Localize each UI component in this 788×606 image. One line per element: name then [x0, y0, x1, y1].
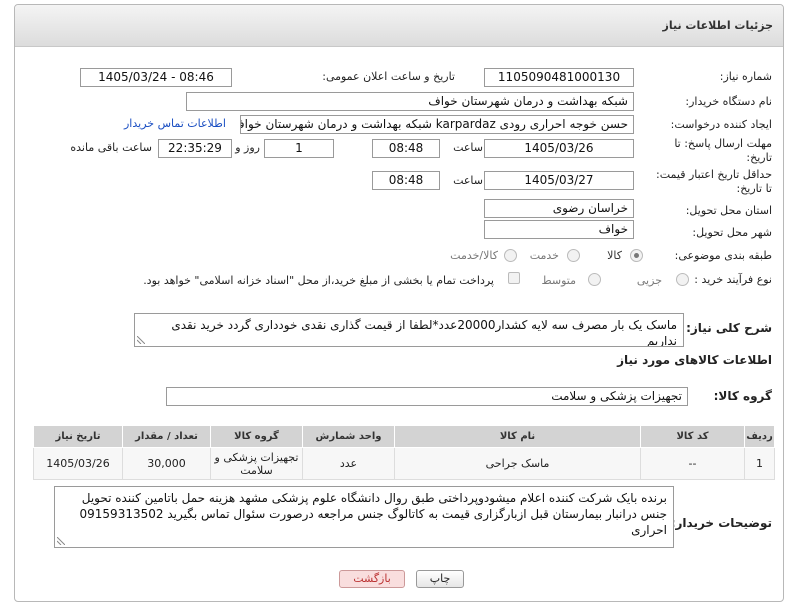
validity-date-field[interactable]: 1405/03/27: [484, 171, 634, 190]
col-header-qty: تعداد / مقدار: [122, 425, 211, 448]
cell-unit: عدد: [302, 447, 395, 480]
deadline-label: مهلت ارسال پاسخ: تا: [674, 137, 772, 150]
page-title: جزئیات اطلاعات نیاز: [662, 19, 774, 32]
col-header-code: کد کالا: [640, 425, 745, 448]
process-label: نوع فرآیند خرید :: [694, 273, 772, 286]
treasury-payment-checkbox[interactable]: [508, 272, 520, 284]
process-radio-medium[interactable]: [588, 273, 601, 286]
category-option-goods: کالا: [607, 249, 622, 262]
city-label: شهر محل تحویل:: [692, 226, 772, 239]
cell-qty: 30,000: [122, 447, 211, 480]
buyer-label: نام دستگاه خریدار:: [685, 95, 772, 108]
col-header-row: ردیف: [744, 425, 775, 448]
deadline-date-field[interactable]: 1405/03/26: [484, 139, 634, 158]
col-header-name: نام کالا: [394, 425, 641, 448]
resize-handle-icon[interactable]: [57, 537, 65, 545]
days-label: روز و: [235, 141, 260, 154]
cell-date: 1405/03/26: [33, 447, 123, 480]
deadline-time-field[interactable]: 08:48: [372, 139, 440, 158]
print-button[interactable]: چاپ: [416, 570, 464, 588]
col-header-group: گروه کالا: [210, 425, 303, 448]
panel-header: جزئیات اطلاعات نیاز: [15, 5, 783, 47]
province-label: استان محل تحویل:: [685, 204, 772, 217]
announce-label: تاریخ و ساعت اعلان عمومی:: [322, 70, 455, 83]
deadline-time-label: ساعت: [453, 141, 483, 154]
buyer-field[interactable]: شبکه بهداشت و درمان شهرستان خواف: [186, 92, 634, 111]
process-radio-minor[interactable]: [676, 273, 689, 286]
cell-row: 1: [744, 447, 775, 480]
goods-group-field[interactable]: تجهیزات پزشکی و سلامت: [166, 387, 688, 406]
time-remaining-label: ساعت باقی مانده: [70, 141, 152, 154]
category-radio-service[interactable]: [567, 249, 580, 262]
back-button[interactable]: بازگشت: [339, 570, 405, 588]
category-option-service: خدمت: [529, 249, 559, 262]
buyer-notes-field[interactable]: برنده بایک شرکت کننده اعلام میشودوپرداخت…: [54, 486, 674, 548]
goods-section-title: اطلاعات کالاهای مورد نیاز: [617, 353, 772, 367]
city-field[interactable]: خواف: [484, 220, 634, 239]
resize-handle-icon[interactable]: [137, 336, 145, 344]
need-number-field[interactable]: 1105090481000130: [484, 68, 634, 87]
creator-field[interactable]: حسن خوجه احراری رودی karpardaz شبکه بهدا…: [240, 115, 634, 134]
description-text: ماسک یک بار مصرف سه لایه کشدار20000عدد*ل…: [171, 318, 677, 347]
validity-time-label: ساعت: [453, 174, 483, 187]
category-radio-goods[interactable]: [630, 249, 643, 262]
creator-label: ایجاد کننده درخواست:: [670, 118, 772, 131]
col-header-date: تاریخ نیاز: [33, 425, 123, 448]
buyer-notes-text: برنده بایک شرکت کننده اعلام میشودوپرداخت…: [79, 491, 667, 537]
validity-time-field[interactable]: 08:48: [372, 171, 440, 190]
cell-code: --: [640, 447, 745, 480]
cell-name: ماسک جراحی: [394, 447, 641, 480]
validity-label-date: تا تاریخ:: [736, 182, 772, 195]
col-header-unit: واحد شمارش: [302, 425, 395, 448]
buyer-contact-link[interactable]: اطلاعات تماس خریدار: [124, 117, 226, 130]
need-number-label: شماره نیاز:: [719, 70, 772, 83]
time-remaining-field[interactable]: 22:35:29: [158, 139, 232, 158]
category-radio-goods-service[interactable]: [504, 249, 517, 262]
description-field[interactable]: ماسک یک بار مصرف سه لایه کشدار20000عدد*ل…: [134, 313, 684, 347]
goods-group-label: گروه کالا:: [713, 389, 772, 403]
days-remaining-field[interactable]: 1: [264, 139, 334, 158]
goods-table: ردیف کد کالا نام کالا واحد شمارش گروه کا…: [33, 425, 775, 480]
announce-datetime-field[interactable]: 1405/03/24 - 08:46: [80, 68, 232, 87]
province-field[interactable]: خراسان رضوی: [484, 199, 634, 218]
cell-group: تجهیزات پزشکی و سلامت: [210, 447, 303, 480]
table-header-row: ردیف کد کالا نام کالا واحد شمارش گروه کا…: [33, 425, 775, 448]
category-option-goods-service: کالا/خدمت: [450, 249, 498, 262]
category-label: طبقه بندی موضوعی:: [674, 249, 772, 262]
buyer-notes-label: توضیحات خریدار:: [670, 516, 772, 530]
treasury-payment-text: پرداخت تمام یا بخشی از مبلغ خرید،از محل …: [143, 274, 494, 287]
deadline-label-date: تاریخ:: [746, 151, 772, 164]
validity-label: حداقل تاریخ اعتبار قیمت:: [656, 168, 772, 181]
process-option-minor: جزیی: [636, 274, 662, 287]
process-option-medium: متوسط: [541, 274, 576, 287]
table-row[interactable]: 1 -- ماسک جراحی عدد تجهیزات پزشکی و سلام…: [33, 447, 775, 480]
description-label: شرح کلی نیاز:: [686, 321, 772, 335]
